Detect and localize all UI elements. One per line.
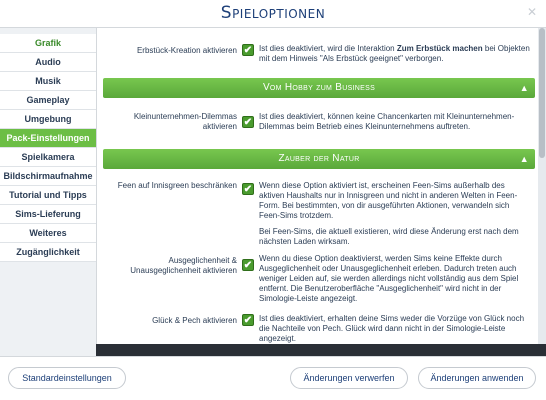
scrollbar-thumb[interactable] [539, 28, 545, 158]
defaults-button[interactable]: Standardeinstellungen [8, 367, 126, 389]
section-header-hobby[interactable]: Vom Hobby zum Business ▲ [103, 78, 535, 98]
check-icon: ✔ [243, 315, 253, 326]
option-description-note: Bei Feen-Sims, die aktuell existieren, w… [259, 227, 519, 246]
page-title: Spieloptionen [220, 3, 326, 23]
options-panel: Erbstück-Kreation aktivieren ✔ Ist dies … [96, 28, 538, 344]
section-title: Vom Hobby zum Business [262, 82, 376, 93]
check-icon: ✔ [243, 260, 253, 271]
balance-checkbox[interactable]: ✔ [242, 259, 254, 271]
sidebar-item-umgebung[interactable]: Umgebung [0, 110, 96, 129]
dilemmas-checkbox[interactable]: ✔ [242, 116, 254, 128]
sidebar-item-zugaenglichkeit[interactable]: Zugänglichkeit [0, 243, 96, 262]
footer-bar: Standardeinstellungen Änderungen verwerf… [0, 356, 546, 400]
check-icon: ✔ [243, 117, 253, 128]
option-label: Glück & Pech aktivieren [152, 316, 237, 325]
check-icon: ✔ [243, 184, 253, 195]
sidebar-item-tutorial[interactable]: Tutorial und Tipps [0, 186, 96, 205]
title-bar: Spieloptionen ✕ [0, 0, 546, 28]
discard-changes-button[interactable]: Änderungen verwerfen [290, 367, 408, 389]
section-header-nature[interactable]: Zauber der Natur ▲ [103, 149, 535, 169]
sidebar-item-gameplay[interactable]: Gameplay [0, 91, 96, 110]
apply-changes-button[interactable]: Änderungen anwenden [418, 367, 536, 389]
close-icon[interactable]: ✕ [524, 4, 540, 20]
scrollbar[interactable] [538, 28, 546, 344]
section-title: Zauber der Natur [278, 153, 360, 164]
sidebar-item-pack-einstellungen[interactable]: Pack-Einstellungen [0, 129, 96, 148]
fairies-checkbox[interactable]: ✔ [242, 183, 254, 195]
sidebar-item-audio[interactable]: Audio [0, 53, 96, 72]
option-label: Kleinunternehmen-Dilemmas aktivieren [133, 112, 237, 131]
check-icon: ✔ [243, 45, 253, 56]
luck-checkbox[interactable]: ✔ [242, 314, 254, 326]
sidebar-item-bildschirmaufnahme[interactable]: Bildschirmaufnahme [0, 167, 96, 186]
sidebar-item-sims-lieferung[interactable]: Sims-Lieferung [0, 205, 96, 224]
option-description: Ist dies deaktiviert, können keine Chanc… [259, 112, 515, 131]
option-description: Ist dies deaktiviert, erhalten deine Sim… [259, 314, 525, 343]
sidebar: Grafik Audio Musik Gameplay Umgebung Pac… [0, 28, 96, 362]
heirloom-checkbox[interactable]: ✔ [242, 44, 254, 56]
sidebar-item-grafik[interactable]: Grafik [0, 34, 96, 53]
collapse-icon[interactable]: ▲ [520, 149, 529, 169]
option-description: Wenn diese Option aktiviert ist, erschei… [259, 181, 518, 220]
option-label: Ausgeglichenheit & Unausgeglichenheit ak… [130, 256, 237, 275]
collapse-icon[interactable]: ▲ [520, 78, 529, 98]
sidebar-item-musik[interactable]: Musik [0, 72, 96, 91]
sidebar-item-spielkamera[interactable]: Spielkamera [0, 148, 96, 167]
option-label: Feen auf Innisgreen beschränken [117, 181, 237, 190]
option-description: Wenn du diese Option deaktivierst, werde… [259, 254, 519, 303]
option-description: Ist dies deaktiviert, wird die Interakti… [259, 44, 530, 63]
option-label: Erbstück-Kreation aktivieren [136, 46, 237, 55]
sidebar-item-weiteres[interactable]: Weiteres [0, 224, 96, 243]
